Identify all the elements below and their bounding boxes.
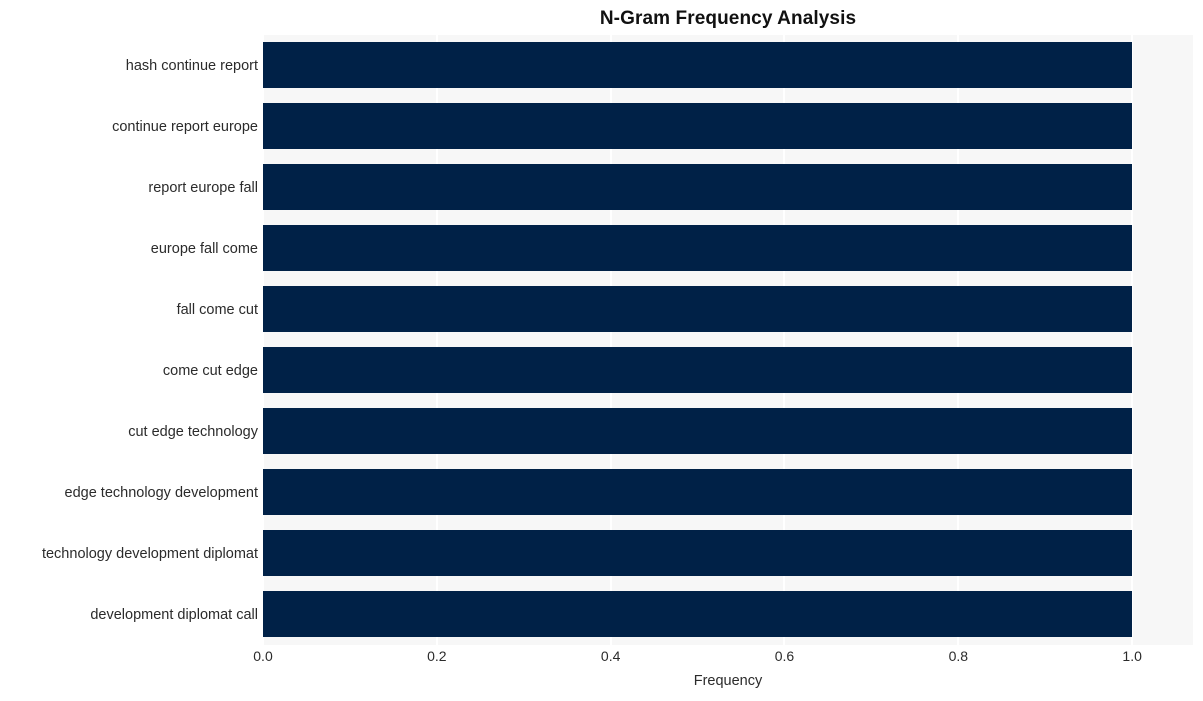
x-tick-label: 0.4	[600, 648, 621, 664]
chart-figure: N-Gram Frequency Analysis hash continue …	[0, 0, 1203, 701]
bar-slot	[263, 401, 1193, 462]
y-tick-label: come cut edge	[162, 362, 258, 379]
y-tick-label: report europe fall	[148, 179, 258, 196]
x-axis-title: Frequency	[693, 673, 763, 689]
x-axis-tick-labels: 0.0 0.2 0.4 0.6 0.8 1.0	[253, 648, 1193, 670]
y-tick-label-slot: development diplomat call	[0, 584, 258, 645]
bars-container	[263, 35, 1193, 645]
bar-slot	[263, 218, 1193, 279]
bar-slot	[263, 523, 1193, 584]
y-tick-label: continue report europe	[112, 118, 258, 135]
y-tick-label: cut edge technology	[128, 423, 258, 440]
y-tick-label-slot: cut edge technology	[0, 401, 258, 462]
bar[interactable]	[263, 408, 1133, 454]
y-tick-label: europe fall come	[150, 240, 258, 257]
bar[interactable]	[263, 591, 1133, 637]
x-tick-label: 0.2	[427, 648, 447, 664]
x-tick-label: 0.6	[774, 648, 795, 664]
y-axis-tick-labels: hash continue report continue report euro…	[0, 35, 258, 645]
bar-slot	[263, 279, 1193, 340]
bar[interactable]	[263, 42, 1133, 88]
bar-slot	[263, 584, 1193, 645]
y-tick-label-slot: continue report europe	[0, 96, 258, 157]
y-tick-label: hash continue report	[125, 57, 258, 74]
bar-slot	[263, 35, 1193, 96]
y-tick-label-slot: edge technology development	[0, 462, 258, 523]
bar-slot	[263, 96, 1193, 157]
bar[interactable]	[263, 347, 1133, 393]
bar[interactable]	[263, 225, 1133, 271]
x-tick-label: 0.8	[948, 648, 969, 664]
bar[interactable]	[263, 286, 1133, 332]
bar[interactable]	[263, 530, 1133, 576]
x-tick-label: 1.0	[1122, 648, 1142, 664]
plot-area	[263, 35, 1193, 645]
x-tick-label: 0.0	[253, 648, 273, 664]
bar[interactable]	[263, 164, 1133, 210]
y-tick-label-slot: europe fall come	[0, 218, 258, 279]
y-tick-label-slot: come cut edge	[0, 340, 258, 401]
y-tick-label: development diplomat call	[90, 606, 258, 623]
y-tick-label: edge technology development	[64, 484, 258, 501]
y-tick-label-slot: fall come cut	[0, 279, 258, 340]
y-tick-label-slot: report europe fall	[0, 157, 258, 218]
y-tick-label-slot: hash continue report	[0, 35, 258, 96]
bar[interactable]	[263, 103, 1133, 149]
bar-slot	[263, 462, 1193, 523]
bar-slot	[263, 157, 1193, 218]
bar[interactable]	[263, 469, 1133, 515]
y-tick-label: technology development diplomat	[41, 545, 258, 562]
chart-title: N-Gram Frequency Analysis	[599, 8, 857, 29]
bar-slot	[263, 340, 1193, 401]
y-tick-label: fall come cut	[176, 301, 258, 318]
y-tick-label-slot: technology development diplomat	[0, 523, 258, 584]
